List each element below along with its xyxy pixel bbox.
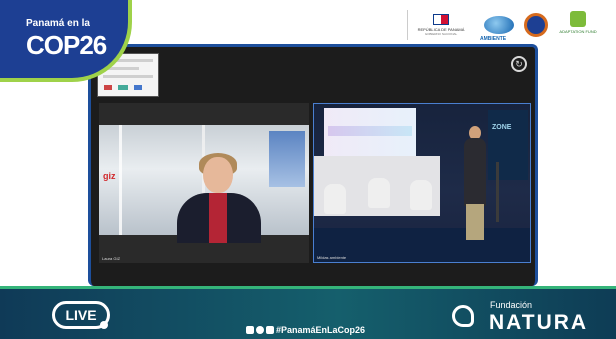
ambiente-logo: AMBIENTE [480,16,514,42]
zone-banner: ZONE [488,110,528,180]
participant-name-left: Laura GIZ [102,256,121,261]
leaf-icon [570,11,586,27]
participant-tile-right[interactable]: ZONE Mildas ambiente [313,103,531,263]
live-indicator-icon [100,321,108,329]
footer-banner: LIVE #PanamáEnLaCop26 Fundación NATURA [0,286,616,339]
participant-tile-left[interactable]: giz Laura GIZ [99,103,309,263]
flag-icon [433,14,449,25]
instagram-icon [256,326,264,334]
seal-logo [524,13,548,37]
hashtag-text: #PanamáEnLaCop26 [276,325,366,335]
natura-logo-icon [452,305,474,327]
gov-line2: GOBIERNO NACIONAL [424,32,458,36]
badge-subtitle: Panamá en la [26,18,90,29]
video-feed-left: giz [99,125,309,243]
ambiente-label: AMBIENTE [480,36,507,42]
chair [410,180,432,210]
rotate-icon: ↻ [515,58,523,69]
speaker-figure [464,138,486,206]
social-hashtag: #PanamáEnLaCop26 [246,325,365,335]
giz-logo: giz [103,171,116,181]
video-meeting-window: ↻ giz Laura GIZ ZONE Mildas ambiente [88,44,538,286]
org-name: NATURA [489,311,589,334]
microphone-stand [496,162,499,222]
sponsor-logos: REPÚBLICA DE PANAMÁ GOBIERNO NACIONAL AM… [407,8,598,42]
switch-view-button[interactable]: ↻ [511,56,527,72]
panama-government-logo: REPÚBLICA DE PANAMÁ GOBIERNO NACIONAL [407,10,474,40]
chair [368,178,390,208]
adaptation-label: ADAPTATION FUND [559,29,597,34]
presentation-screen [324,108,416,156]
live-label: LIVE [65,307,97,323]
facebook-icon [246,326,254,334]
twitter-icon [266,326,274,334]
badge-title: COP26 [26,30,107,60]
adaptation-fund-logo: ADAPTATION FUND [558,11,598,39]
org-prefix: Fundación [490,300,533,310]
chair [324,184,346,214]
video-feed-right: ZONE [314,104,530,262]
participant-name-right: Mildas ambiente [317,255,347,260]
